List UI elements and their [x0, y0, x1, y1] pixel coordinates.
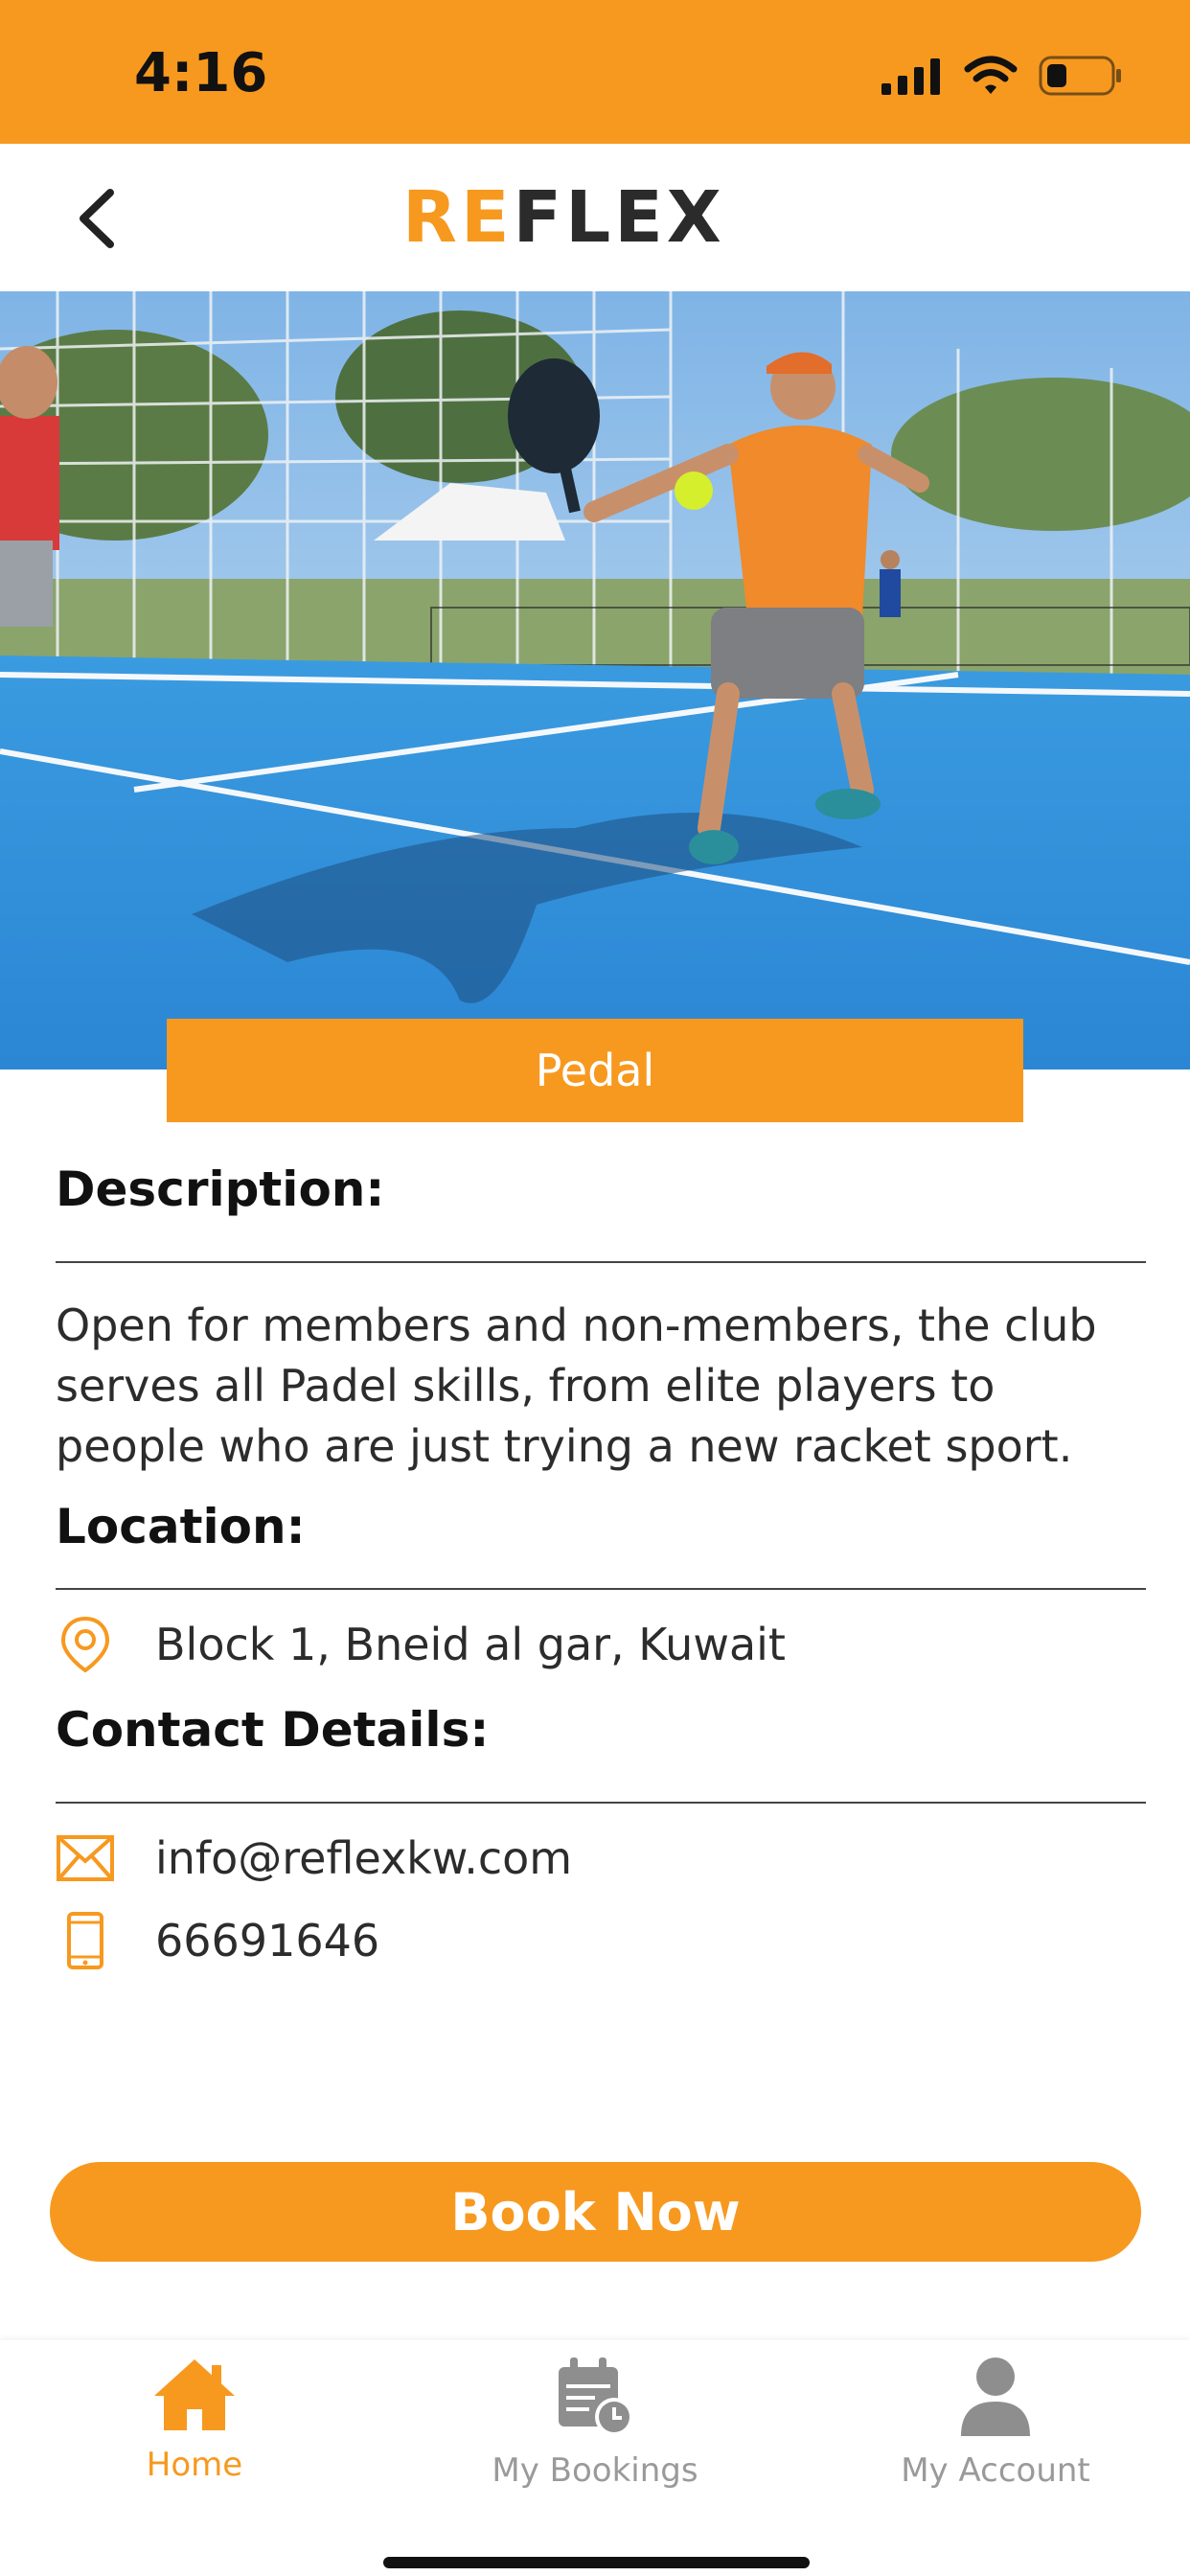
home-indicator	[383, 2557, 810, 2568]
tab-home[interactable]: Home	[51, 2356, 338, 2484]
description-heading: Description:	[56, 1162, 385, 1217]
status-bar: 4:16	[0, 0, 1190, 144]
home-icon	[154, 2359, 235, 2430]
status-icons	[881, 56, 1123, 96]
battery-icon	[1039, 56, 1121, 96]
wifi-icon	[964, 56, 1018, 94]
envelope-icon	[56, 1828, 115, 1888]
email-row[interactable]: info@reflexkw.com	[56, 1828, 572, 1888]
location-row[interactable]: Block 1, Bneid al gar, Kuwait	[56, 1615, 786, 1674]
tab-home-label: Home	[146, 2446, 243, 2484]
description-divider	[56, 1261, 1146, 1263]
tab-my-bookings[interactable]: My Bookings	[451, 2356, 739, 2490]
contact-phone: 66691646	[155, 1915, 380, 1966]
location-address: Block 1, Bneid al gar, Kuwait	[155, 1619, 786, 1670]
location-divider	[56, 1588, 1146, 1590]
location-pin-icon	[56, 1615, 115, 1674]
court-photo	[0, 291, 1190, 1070]
location-heading: Location:	[56, 1499, 306, 1554]
description-text: Open for members and non-members, the cl…	[56, 1300, 1097, 1472]
contact-heading: Contact Details:	[56, 1702, 490, 1758]
contact-email: info@reflexkw.com	[155, 1832, 573, 1884]
phone-row[interactable]: 66691646	[56, 1911, 379, 1970]
sport-name-tag: Pedal	[167, 1019, 1023, 1122]
svg-text:REFLEX: REFLEX	[402, 178, 725, 255]
user-icon	[961, 2358, 1030, 2436]
tab-my-account-label: My Account	[901, 2451, 1090, 2490]
signal-icon	[881, 58, 940, 95]
contact-divider	[56, 1802, 1146, 1804]
tab-my-account[interactable]: My Account	[852, 2356, 1139, 2490]
status-time: 4:16	[134, 42, 268, 104]
calendar-clock-icon	[559, 2358, 633, 2436]
tab-my-bookings-label: My Bookings	[492, 2451, 698, 2490]
chevron-left-icon	[80, 189, 114, 248]
mobile-phone-icon	[56, 1911, 115, 1970]
book-now-button[interactable]: Book Now	[50, 2162, 1141, 2262]
reflex-logo: REFLEX	[402, 178, 725, 255]
back-button[interactable]	[67, 180, 125, 257]
